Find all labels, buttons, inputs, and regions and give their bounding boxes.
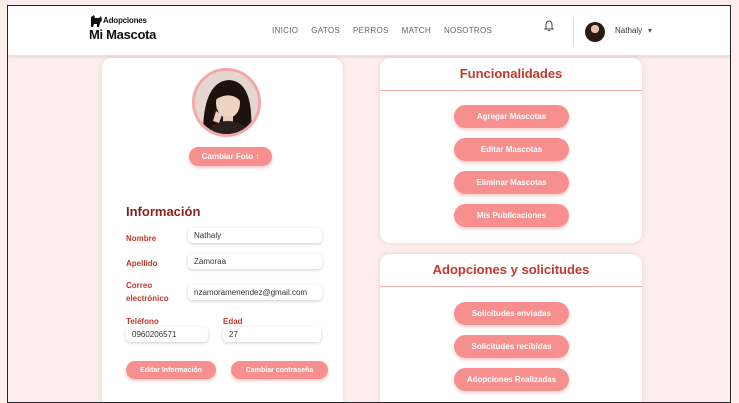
app-window: Adopciones Mi Mascota INICIO GATOS PERRO… [7,5,731,403]
nombre-field[interactable]: Nathaly [188,228,322,243]
apellido-label: Apellido [126,259,158,268]
nav-gatos[interactable]: GATOS [311,26,340,35]
nav-match[interactable]: MATCH [402,26,431,35]
profile-card: Cambiar Foto ↑ Información Nombre Nathal… [102,58,343,402]
adopciones-card: Adopciones y solicitudes Solicitudes env… [380,254,642,402]
funcionalidades-card: Funcionalidades Agregar Mascotas Editar … [380,58,642,243]
adopciones-title: Adopciones y solicitudes [432,262,590,277]
user-avatar[interactable] [585,22,605,42]
bell-icon[interactable] [544,20,554,32]
chevron-down-icon[interactable]: ▾ [648,26,652,35]
funcionalidades-title: Funcionalidades [459,66,563,81]
completed-adoptions-button[interactable]: Adopciones Realizadas [454,368,569,391]
add-pets-button[interactable]: Agregar Mascotas [454,105,569,128]
user-name[interactable]: Nathaly [615,26,642,35]
logo-title: Mi Mascota [89,27,157,42]
brand-logo[interactable]: Adopciones Mi Mascota [88,15,178,49]
apellido-field[interactable]: Zamoraa [188,254,322,269]
correo-label: Correo electrónico [126,281,169,303]
change-password-button[interactable]: Cambiar contraseña [231,361,328,379]
profile-photo [192,68,261,137]
top-navbar: Adopciones Mi Mascota INICIO GATOS PERRO… [8,6,730,56]
profile-portrait [195,71,258,134]
correo-field[interactable]: nzamoramenendez@gmail.com [188,285,322,300]
edit-pets-button[interactable]: Editar Mascotas [454,138,569,161]
nav-divider [573,19,574,45]
nav-inicio[interactable]: INICIO [272,26,298,35]
funcionalidades-header: Funcionalidades [380,58,642,91]
my-posts-button[interactable]: Mis Publicaciones [454,204,569,227]
sent-requests-button[interactable]: Solicitudes enviadas [454,302,569,325]
telefono-field[interactable]: 0960206571 [126,327,208,342]
nav-perros[interactable]: PERROS [353,26,389,35]
delete-pets-button[interactable]: Eliminar Mascotas [454,171,569,194]
nav-nosotros[interactable]: NOSOTROS [444,26,492,35]
edit-info-button[interactable]: Editar Información [126,361,216,379]
adopciones-header: Adopciones y solicitudes [380,254,642,287]
change-photo-button[interactable]: Cambiar Foto ↑ [189,147,272,166]
received-requests-button[interactable]: Solicitudes recibidas [454,335,569,358]
edad-field[interactable]: 27 [223,327,321,342]
main-nav: INICIO GATOS PERROS MATCH NOSOTROS [272,26,505,35]
logo-subtitle: Adopciones [103,16,147,25]
info-section-title: Información [126,204,201,219]
dog-logo-icon [91,15,102,27]
nombre-label: Nombre [126,234,157,243]
